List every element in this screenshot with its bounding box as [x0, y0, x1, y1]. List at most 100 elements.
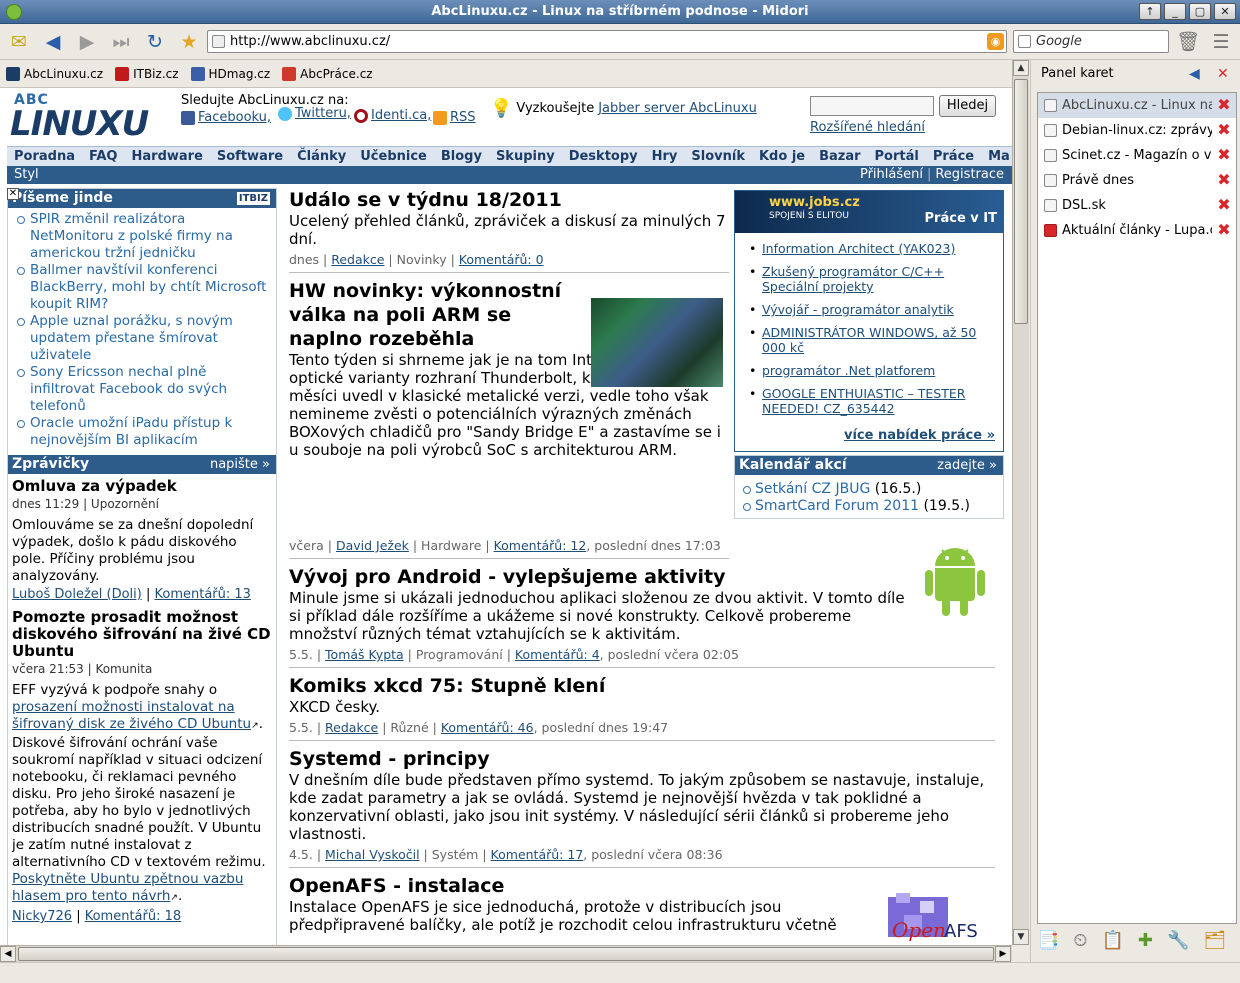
close-box-icon[interactable]: ✕ [7, 188, 19, 200]
panel-back-icon[interactable]: ◀ [1189, 66, 1200, 82]
facebook-link[interactable]: Facebooku, [181, 110, 271, 125]
panel-close-icon[interactable]: ✕ [1217, 66, 1229, 82]
back-icon[interactable]: ◀ [40, 29, 66, 55]
bookmark-hdmag[interactable]: HDmag.cz [190, 66, 270, 81]
nav-more[interactable]: Ma [981, 147, 1012, 166]
advanced-search-link[interactable]: Rozšířené hledání [810, 120, 925, 135]
article-title[interactable]: HW novinky: výkonnostní válka na poli AR… [289, 279, 579, 351]
trash-icon[interactable]: 🗑 [1175, 29, 1201, 55]
extensions-panel-icon[interactable]: ✚ [1138, 930, 1153, 951]
site-search-button[interactable]: Hledej [939, 95, 996, 117]
window-up-button[interactable]: ↑ [1139, 3, 1161, 20]
bookmarks-panel-icon[interactable]: 📑 [1037, 930, 1059, 951]
login-link[interactable]: Přihlášení [860, 167, 923, 182]
tools-panel-icon[interactable]: 🔧 [1167, 930, 1189, 951]
register-link[interactable]: Registrace [935, 167, 1004, 182]
scroll-thumb[interactable] [18, 947, 994, 961]
news-author-link[interactable]: Nicky726 [12, 909, 72, 924]
news-title[interactable]: Pomozte prosadit možnost diskového šifro… [12, 609, 272, 660]
article-comments-link[interactable]: Komentářů: 0 [459, 252, 544, 267]
tab-item[interactable]: Aktuální články - Lupa.cz ✖ [1038, 218, 1236, 243]
news-inline-link[interactable]: Poskytněte Ubuntu zpětnou vazbu hlasem p… [12, 871, 243, 904]
close-tab-icon[interactable]: ✖ [1216, 147, 1232, 163]
nav-hry[interactable]: Hry [645, 147, 685, 166]
close-tab-icon[interactable]: ✖ [1216, 97, 1232, 113]
article-comments-link[interactable]: Komentářů: 4 [515, 647, 600, 662]
tab-item[interactable]: AbcLinuxu.cz - Linux na stříbrném podnos… [1038, 93, 1236, 118]
article-title[interactable]: Systemd - principy [289, 747, 995, 771]
reload-icon[interactable]: ↻ [142, 29, 168, 55]
close-tab-icon[interactable]: ✖ [1216, 122, 1232, 138]
web-search-input[interactable]: Google [1013, 30, 1169, 53]
nav-clanky[interactable]: Články [290, 147, 353, 166]
article-comments-link[interactable]: Komentářů: 12 [494, 538, 587, 553]
nav-blogy[interactable]: Blogy [434, 147, 489, 166]
style-link[interactable]: Styl [14, 166, 39, 183]
bookmark-add-icon[interactable]: ★ [176, 29, 202, 55]
nav-prace[interactable]: Práce [926, 147, 981, 166]
news-author-link[interactable]: Luboš Doležel (Doli) [12, 587, 142, 602]
site-search-input[interactable] [810, 96, 934, 116]
nav-kdo-je[interactable]: Kdo je [752, 147, 812, 166]
tab-item[interactable]: Scinet.cz - Magazín o vědě✖ [1038, 143, 1236, 168]
article-author-link[interactable]: Redakce [331, 252, 384, 267]
close-tab-icon[interactable]: ✖ [1216, 197, 1232, 213]
nav-slovnik[interactable]: Slovník [684, 147, 752, 166]
scroll-up-icon[interactable]: ▲ [1013, 60, 1029, 76]
close-tab-icon[interactable]: ✖ [1216, 222, 1232, 238]
nav-faq[interactable]: FAQ [82, 147, 125, 166]
rss-link[interactable]: RSS [433, 110, 476, 125]
bookmark-abcprace[interactable]: AbcPráce.cz [282, 66, 373, 81]
article-title[interactable]: Vývoj pro Android - vylepšujeme aktivity [289, 565, 995, 589]
jabber-link[interactable]: Jabber server AbcLinuxu [598, 101, 757, 116]
scroll-down-icon[interactable]: ▼ [1013, 929, 1029, 945]
bookmark-abclinuxu[interactable]: AbcLinuxu.cz [6, 66, 103, 81]
bookmark-itbiz[interactable]: ITBiz.cz [115, 66, 179, 81]
nav-ucebnice[interactable]: Učebnice [353, 147, 434, 166]
news-comments-link[interactable]: Komentářů: 13 [155, 587, 251, 602]
jobs-banner[interactable]: www.jobs.cz SPOJENÍ S ELITOU Práce v IT [735, 191, 1003, 233]
menu-icon[interactable]: ☰ [1208, 29, 1234, 55]
page-vertical-scrollbar[interactable]: ▲ ▼ [1012, 60, 1029, 945]
nav-skupiny[interactable]: Skupiny [489, 147, 562, 166]
scroll-left-icon[interactable]: ◀ [0, 946, 16, 962]
openafs-logo[interactable]: Open AFS [886, 893, 990, 945]
address-bar[interactable]: http://www.abclinuxu.cz/ ◉ [207, 30, 1007, 53]
tabs-panel-icon[interactable]: 🗂 [1203, 930, 1226, 951]
close-tab-icon[interactable]: ✖ [1216, 172, 1232, 188]
tab-item[interactable]: Debian-linux.cz: zprávy ✖ [1038, 118, 1236, 143]
window-close-button[interactable]: ✕ [1214, 3, 1236, 20]
history-panel-icon[interactable]: ⏲ [1073, 930, 1087, 951]
article-author-link[interactable]: David Ježek [336, 538, 409, 553]
transfers-panel-icon[interactable]: 📋 [1101, 930, 1123, 951]
scroll-right-icon[interactable]: ▶ [995, 946, 1011, 962]
news-comments-link[interactable]: Komentářů: 18 [85, 909, 181, 924]
article-author-link[interactable]: Redakce [325, 720, 378, 735]
page-horizontal-scrollbar[interactable]: ◀ ▶ [0, 945, 1012, 962]
nav-poradna[interactable]: Poradna [7, 147, 82, 166]
article-thumbnail-image[interactable] [591, 298, 723, 387]
android-robot-icon[interactable] [924, 548, 986, 618]
window-maximize-button[interactable]: ▢ [1189, 3, 1211, 20]
article-title[interactable]: Komiks xkcd 75: Stupně klení [289, 674, 995, 698]
zpravicky-write-link[interactable]: napište » [210, 455, 270, 474]
tab-item[interactable]: DSL.sk ✖ [1038, 193, 1236, 218]
more-jobs-link[interactable]: více nabídek práce » [844, 428, 995, 443]
nav-hardware[interactable]: Hardware [125, 147, 210, 166]
scroll-thumb[interactable] [1014, 79, 1028, 324]
nav-bazar[interactable]: Bazar [812, 147, 867, 166]
twitter-link[interactable]: Twitteru, [278, 106, 351, 121]
nav-portal[interactable]: Portál [868, 147, 926, 166]
nav-desktopy[interactable]: Desktopy [562, 147, 645, 166]
nav-software[interactable]: Software [210, 147, 290, 166]
forward-icon[interactable]: ▶ [74, 29, 100, 55]
tab-item[interactable]: Právě dnes ✖ [1038, 168, 1236, 193]
news-inline-link[interactable]: prosazení možnosti instalovat na šifrova… [12, 699, 251, 732]
calendar-add-link[interactable]: zadejte » [937, 456, 997, 475]
window-minimize-button[interactable]: _ [1164, 3, 1186, 20]
article-author-link[interactable]: Michal Vyskočil [325, 847, 420, 862]
new-tab-icon[interactable]: ✉ [6, 29, 32, 55]
article-comments-link[interactable]: Komentářů: 17 [491, 847, 584, 862]
identica-link[interactable]: Identi.ca, [354, 108, 431, 123]
article-title[interactable]: Událo se v týdnu 18/2011 [289, 188, 729, 212]
